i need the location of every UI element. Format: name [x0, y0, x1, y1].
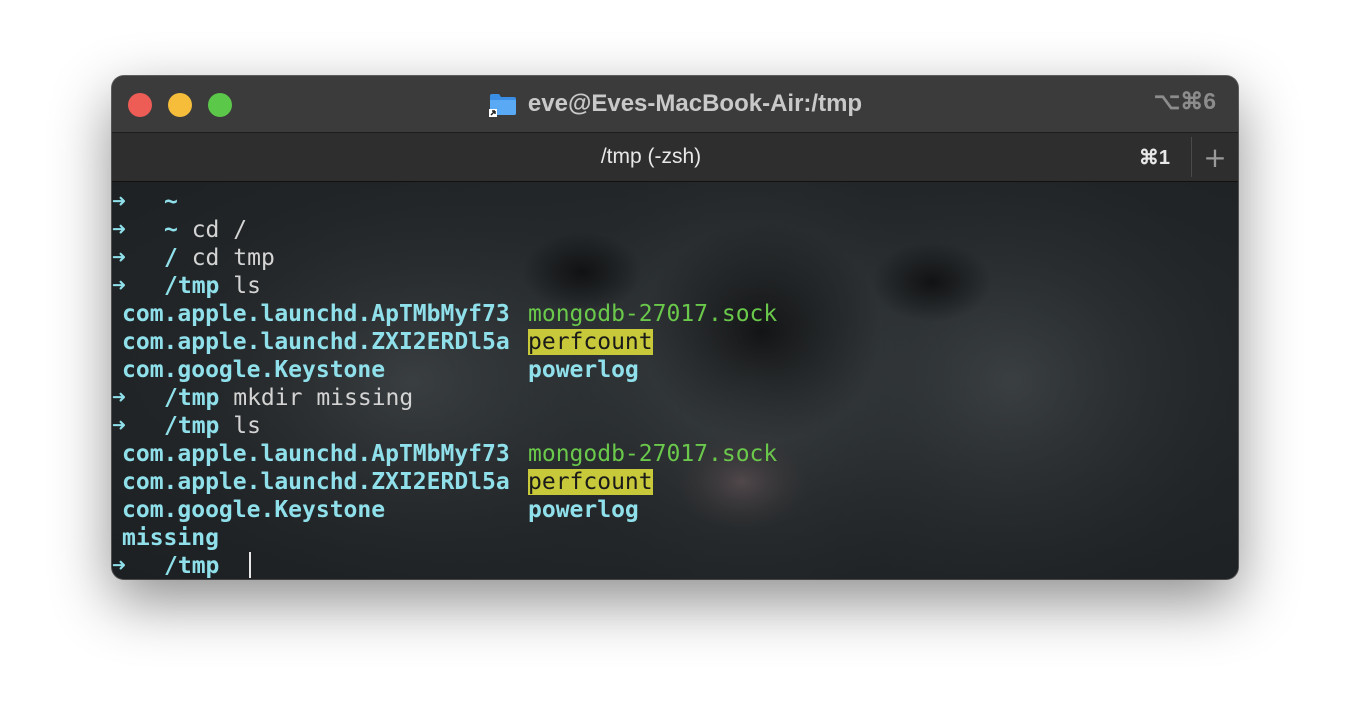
prompt-path: /tmp [164, 553, 220, 579]
window-title: eve@Eves-MacBook-Air:/tmp [112, 76, 1238, 132]
output-line: com.google.Keystone powerlog [112, 496, 1238, 524]
output-entry: powerlog [528, 497, 639, 523]
command-text: ls [219, 413, 261, 439]
prompt-path: / [164, 245, 178, 271]
prompt-line: ➜ /tmp mkdir missing [112, 384, 1238, 412]
output-line: com.google.Keystone powerlog [112, 356, 1238, 384]
output-entry: powerlog [528, 357, 639, 383]
terminal-output[interactable]: ➜ ~ ➜ ~ cd / ➜ / cd tmp ➜/tmp ls com.apple.laun… [112, 182, 1238, 579]
text-cursor[interactable] [249, 552, 252, 578]
prompt-arrow-icon: ➜ [112, 217, 126, 243]
prompt-path: /tmp [164, 413, 220, 439]
prompt-line: ➜ /tmp [112, 552, 1238, 579]
window-shortcut: ⌥⌘6 [1153, 88, 1216, 114]
output-entry: com.apple.launchd.ApTMbMyf73 [122, 441, 510, 467]
command-text: cd tmp [177, 245, 275, 271]
terminal-lines: ➜ ~ ➜ ~ cd / ➜ / cd tmp ➜/tmp ls com.apple.laun… [112, 188, 1238, 579]
tab-zsh[interactable]: /tmp (-zsh) [112, 133, 1190, 181]
prompt-arrow-icon: ➜ [112, 245, 126, 271]
tab-title-text: /tmp (-zsh) [600, 145, 702, 168]
command-text: cd / [177, 217, 248, 243]
prompt-line: ➜ /tmp ls [112, 412, 1238, 440]
output-line: com.apple.launchd.ApTMbMyf73 mongodb-2701… [112, 440, 1238, 468]
prompt-path: /tmp [164, 385, 220, 411]
tab-shortcut: ⌘1 [1138, 146, 1170, 169]
prompt-line: ➜ /tmp ls [112, 272, 1238, 300]
output-entry: com.apple.launchd.ZXI2ERDl5a [122, 469, 510, 495]
folder-icon [488, 91, 518, 117]
prompt-line: ➜ ~ cd / [112, 216, 1238, 244]
command-text: mkdir missing [219, 385, 414, 411]
output-entry: missing [122, 525, 219, 551]
output-line: com.apple.launchd.ApTMbMyf73 mongodb-2701… [112, 300, 1238, 328]
output-line: missing [112, 524, 1238, 552]
terminal-window: eve@Eves-MacBook-Air:/tmp ⌥⌘6 /tmp (-zsh… [112, 76, 1238, 579]
prompt-path: ~ [164, 189, 178, 215]
prompt-line: ➜ ~ [112, 188, 1238, 216]
output-entry: perfcount [528, 329, 653, 355]
title-bar[interactable]: eve@Eves-MacBook-Air:/tmp ⌥⌘6 [112, 76, 1238, 132]
output-entry: com.google.Keystone [122, 497, 386, 523]
prompt-arrow-icon: ➜ [112, 553, 126, 579]
prompt-line: ➜ / cd tmp [112, 244, 1238, 272]
command-text: ls [219, 273, 261, 299]
output-entry: mongodb-27017.sock [528, 301, 778, 327]
prompt-arrow-icon: ➜ [112, 413, 126, 439]
output-entry: com.apple.launchd.ZXI2ERDl5a [122, 329, 510, 355]
new-tab-button[interactable]: + [1192, 133, 1238, 181]
prompt-path: ~ [164, 217, 178, 243]
prompt-arrow-icon: ➜ [112, 385, 126, 411]
prompt-path: /tmp [164, 273, 220, 299]
prompt-arrow-icon: ➜ [112, 273, 126, 299]
output-entry: com.apple.launchd.ApTMbMyf73 [122, 301, 510, 327]
output-entry: com.google.Keystone [122, 357, 386, 383]
output-entry: perfcount [528, 469, 653, 495]
tab-bar: /tmp (-zsh) ⌘1 + [112, 132, 1238, 183]
output-entry: mongodb-27017.sock [528, 441, 778, 467]
output-line: com.apple.launchd.ZXI2ERDl5a perfcount [112, 328, 1238, 356]
output-line: com.apple.launchd.ZXI2ERDl5a perfcount [112, 468, 1238, 496]
window-title-text: eve@Eves-MacBook-Air:/tmp [527, 90, 863, 117]
prompt-arrow-icon: ➜ [112, 189, 126, 215]
